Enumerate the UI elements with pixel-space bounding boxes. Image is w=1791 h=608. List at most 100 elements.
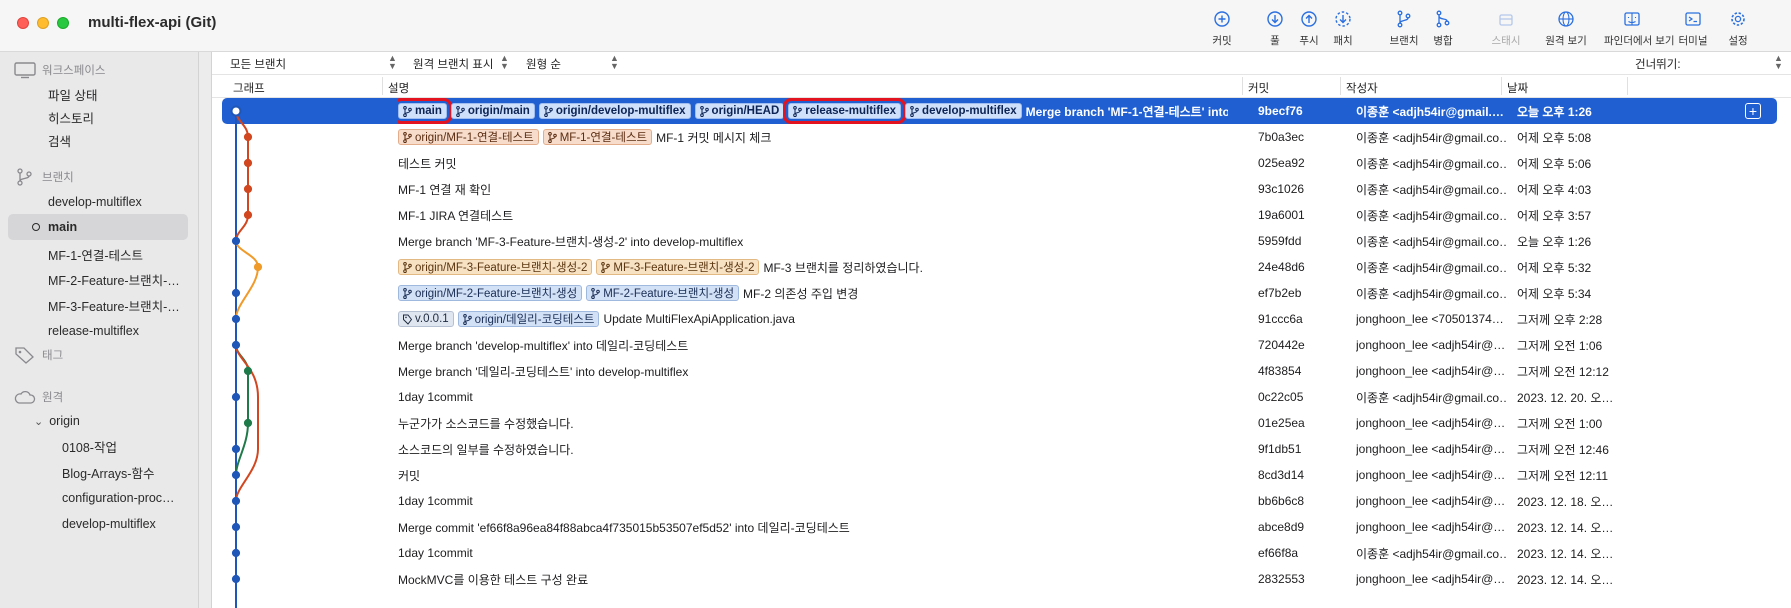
commit-node[interactable]	[243, 366, 253, 376]
sidebar-branch-develop-multiflex[interactable]: develop-multiflex	[48, 189, 142, 215]
column-divider[interactable]	[382, 77, 383, 95]
branch-label[interactable]: origin/MF-1-연결-테스트	[398, 129, 539, 145]
sidebar-section-tags[interactable]: 태그	[14, 344, 63, 366]
commit-row[interactable]: Merge branch 'develop-multiflex' into 데일…	[222, 332, 1777, 358]
branch-label[interactable]: origin/develop-multiflex	[538, 103, 691, 119]
sidebar-branch-main[interactable]: main	[8, 214, 188, 240]
history-view: 모든 브랜치 ▲ ▼ 원격 브랜치 표시 ▲ ▼ 원형 순 ▲ ▼ 건너뛰기: ▲ ▼ …	[212, 52, 1791, 608]
zoom-window-button[interactable]	[57, 17, 69, 29]
chevron-updown-icon[interactable]: ▲ ▼	[610, 54, 619, 71]
commit-description: v.0.0.1 origin/데일리-코딩테스트 Update MultiFlexA…	[398, 306, 1228, 332]
commit-node[interactable]	[243, 184, 253, 194]
sidebar-item-search[interactable]: 검색	[48, 127, 71, 153]
commit-message: 1day 1commit	[398, 494, 473, 508]
branch-label[interactable]: origin/MF-3-Feature-브랜치-생성-2	[398, 259, 593, 275]
chevron-updown-icon[interactable]: ▲ ▼	[500, 54, 509, 71]
chevron-updown-icon[interactable]: ▲ ▼	[388, 54, 397, 71]
branch-label[interactable]: MF-2-Feature-브랜치-생성	[586, 285, 740, 301]
add-icon[interactable]: +	[1745, 103, 1761, 119]
show-remote-button[interactable]: 원격 보기	[1538, 10, 1594, 48]
commit-node[interactable]	[243, 158, 253, 168]
column-commit[interactable]: 커밋	[1248, 80, 1269, 96]
commit-author: jonghoon_lee <adjh54ir@…	[1356, 494, 1506, 508]
branch-label[interactable]: develop-multiflex	[905, 103, 1022, 119]
commit-node[interactable]	[231, 288, 241, 298]
merge-button[interactable]: 병합	[1415, 10, 1471, 48]
sidebar-remote-branch[interactable]: develop-multiflex	[62, 511, 156, 537]
sidebar-remote-branch[interactable]: configuration-proc…	[62, 485, 175, 511]
column-divider[interactable]	[1501, 77, 1502, 95]
commit-node[interactable]	[231, 470, 241, 480]
branch-label[interactable]: MF-1-연결-테스트	[542, 129, 653, 145]
show-in-finder-button[interactable]: 파인더에서 보기	[1604, 10, 1675, 48]
sidebar-branch-mf1[interactable]: MF-1-연결-테스트	[48, 241, 143, 267]
commit-message: Update MultiFlexApiApplication.java	[603, 312, 795, 326]
commit-node[interactable]	[231, 236, 241, 246]
minimize-window-button[interactable]	[37, 17, 49, 29]
branch-label[interactable]: origin/HEAD	[694, 103, 785, 119]
sidebar-remote-branch[interactable]: 0108-작업	[62, 433, 117, 459]
commit-row[interactable]: 소스코드의 일부를 수정하였습니다. 9f1db51 jonghoon_lee <a…	[222, 436, 1777, 462]
commit-node[interactable]	[231, 340, 241, 350]
commit-row[interactable]: Merge branch '데일리-코딩테스트' into develop-mu…	[222, 358, 1777, 384]
commit-node[interactable]	[231, 548, 241, 558]
commit-row[interactable]: 1day 1commit 0c22c05 이종훈 <adjh54ir@gmail.c…	[222, 384, 1777, 410]
branch-label[interactable]: origin/데일리-코딩테스트	[457, 311, 600, 327]
close-window-button[interactable]	[17, 17, 29, 29]
settings-button[interactable]: 설정	[1710, 10, 1766, 48]
column-divider[interactable]	[1340, 77, 1341, 95]
sidebar-section-remotes[interactable]: 원격	[14, 386, 63, 408]
commit-row[interactable]: origin/MF-2-Feature-브랜치-생성 MF-2-Feature-브…	[222, 280, 1777, 306]
commit-row[interactable]: Merge commit 'ef66f8a96ea84f88abca4f7350…	[222, 514, 1777, 540]
commit-row[interactable]: MockMVC를 이용한 테스트 구성 완료 2832553 jonghoon_le…	[222, 566, 1777, 592]
commit-node[interactable]	[243, 418, 253, 428]
commit-row[interactable]: MF-1 연결 재 확인 93c1026 이종훈 <adjh54ir@gmail.c…	[222, 176, 1777, 202]
commit-node[interactable]	[231, 444, 241, 454]
commit-node[interactable]	[230, 105, 242, 117]
remote-branch-select[interactable]: 원격 브랜치 표시	[413, 56, 493, 72]
commit-node[interactable]	[231, 314, 241, 324]
branch-label[interactable]: origin/MF-2-Feature-브랜치-생성	[398, 285, 583, 301]
commit-row[interactable]: 1day 1commit ef66f8a 이종훈 <adjh54ir@gmail.c…	[222, 540, 1777, 566]
column-description[interactable]: 설명	[388, 80, 409, 96]
commit-button[interactable]: 커밋	[1194, 10, 1250, 48]
commit-row[interactable]: Merge branch 'MF-3-Feature-브랜치-생성-2' int…	[222, 228, 1777, 254]
commit-row[interactable]: origin/MF-1-연결-테스트 MF-1-연결-테스트 MF-1 커밋 메시지…	[222, 124, 1777, 150]
commit-row[interactable]: origin/MF-3-Feature-브랜치-생성-2 MF-3-Feature…	[222, 254, 1777, 280]
branch-label[interactable]: main	[398, 98, 452, 124]
tag-label[interactable]: v.0.0.1	[398, 311, 454, 327]
sidebar-remote-origin[interactable]: ⌄ origin	[34, 408, 80, 434]
branch-filter-select[interactable]: 모든 브랜치	[230, 56, 286, 72]
commit-node[interactable]	[231, 392, 241, 402]
sidebar-remote-branch[interactable]: Blog-Arrays-함수	[62, 459, 154, 485]
commit-row[interactable]: 커밋 8cd3d14 jonghoon_lee <adjh54ir@… 그저께 오전 …	[222, 462, 1777, 488]
column-graph[interactable]: 그래프	[233, 80, 265, 96]
commit-node[interactable]	[231, 574, 241, 584]
sidebar-splitter[interactable]	[198, 52, 212, 608]
commit-row-selected[interactable]: main origin/main origin/develop-multiflex o…	[222, 98, 1777, 124]
sidebar-branch-release-multiflex[interactable]: release-multiflex	[48, 318, 139, 344]
column-date[interactable]: 날짜	[1507, 80, 1528, 96]
order-select[interactable]: 원형 순	[526, 56, 561, 72]
commit-node[interactable]	[231, 522, 241, 532]
commit-row[interactable]: 누군가가 소스코드를 수정했습니다. 01e25ea jonghoon_lee <a…	[222, 410, 1777, 436]
branch-label[interactable]: origin/main	[450, 103, 535, 119]
commit-row[interactable]: MF-1 JIRA 연결테스트 19a6001 이종훈 <adjh54ir@gmai…	[222, 202, 1777, 228]
sidebar-branch-mf2[interactable]: MF-2-Feature-브랜치-…	[48, 266, 180, 292]
column-author[interactable]: 작성자	[1346, 80, 1378, 96]
branch-label[interactable]: MF-3-Feature-브랜치-생성-2	[596, 259, 760, 275]
chevron-updown-icon[interactable]: ▲ ▼	[1774, 54, 1783, 71]
commit-row[interactable]: 1day 1commit bb6b6c8 jonghoon_lee <adjh54i…	[222, 488, 1777, 514]
chevron-down-icon[interactable]: ⌄	[34, 415, 43, 428]
commit-node[interactable]	[243, 132, 253, 142]
commit-node[interactable]	[253, 262, 263, 272]
commit-node[interactable]	[231, 496, 241, 506]
commit-row[interactable]: 테스트 커밋 025ea92 이종훈 <adjh54ir@gmail.co… 어제 오…	[222, 150, 1777, 176]
commit-node[interactable]	[243, 210, 253, 220]
commit-row[interactable]: v.0.0.1 origin/데일리-코딩테스트 Update MultiFlexA…	[222, 306, 1777, 332]
column-divider[interactable]	[1627, 77, 1628, 95]
fetch-button[interactable]: 패치	[1315, 10, 1371, 48]
column-divider[interactable]	[1242, 77, 1243, 95]
branch-label[interactable]: release-multiflex	[783, 98, 907, 124]
sidebar-branch-mf3[interactable]: MF-3-Feature-브랜치-…	[48, 292, 180, 318]
